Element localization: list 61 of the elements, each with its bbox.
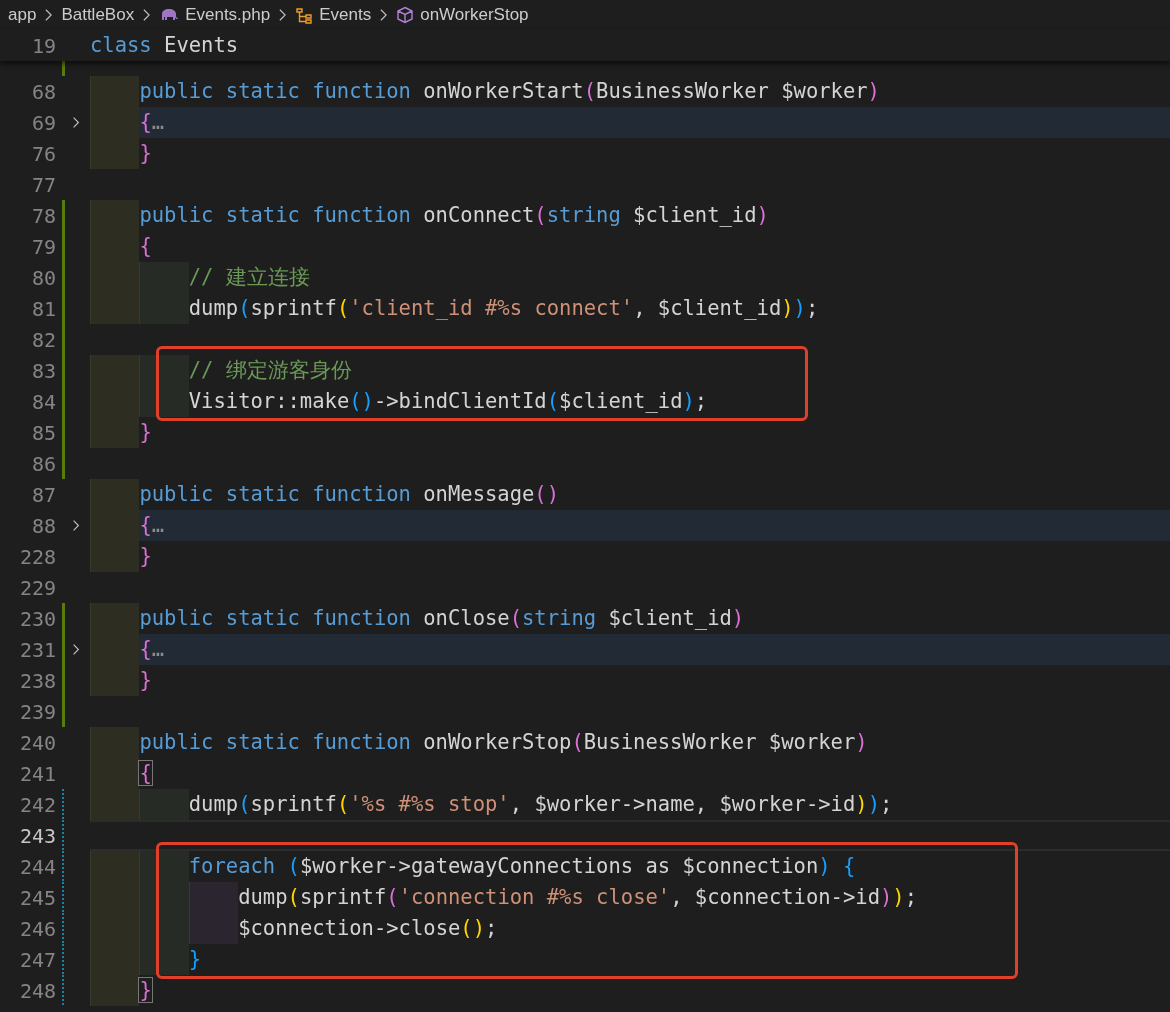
line-number: 228 — [18, 544, 56, 569]
breadcrumb-item[interactable]: BattleBox — [61, 5, 135, 25]
code-line: dump(sprintf('client_id #%s connect', $client_id)); — [188, 295, 819, 322]
code-line: dump(sprintf('%s #%s stop', $worker->name, $worker->id)); — [188, 791, 893, 818]
code-line: } — [139, 977, 152, 1004]
line-number: 76 — [30, 141, 56, 166]
code-line: public static function onMessage() — [139, 481, 560, 508]
code-line: {… — [139, 109, 165, 136]
line-number: 83 — [30, 358, 56, 383]
line-number: 230 — [18, 606, 56, 631]
code-line: Visitor::make()->bindClientId($client_id); — [188, 388, 708, 415]
line-number: 231 — [18, 637, 56, 662]
code-line: } — [139, 543, 152, 570]
line-number: 240 — [18, 730, 56, 755]
code-line: $connection->close(); — [238, 915, 498, 942]
code-line: // 绑定游客身份 — [188, 357, 352, 384]
code-line: } — [188, 946, 202, 973]
line-number: 69 — [30, 110, 56, 135]
line-number: 247 — [18, 947, 56, 972]
line-number: 243 — [18, 823, 56, 848]
line-number: 246 — [18, 916, 56, 941]
line-number: 68 — [30, 79, 56, 104]
line-number: 77 — [30, 172, 56, 197]
line-number: 241 — [18, 761, 56, 786]
line-number: 87 — [30, 482, 56, 507]
code-line: foreach ($worker->gatewayConnections as $connection) { — [188, 853, 856, 880]
code-line: {… — [139, 512, 165, 539]
line-number: 238 — [18, 668, 56, 693]
code-line: } — [139, 419, 152, 446]
line-number: 239 — [18, 699, 56, 724]
code-line: {… — [139, 636, 165, 663]
code-line: public static function onConnect(string $client_id) — [139, 202, 769, 229]
line-number: 84 — [30, 389, 56, 414]
line-number: 85 — [30, 420, 56, 445]
line-number: 248 — [18, 978, 56, 1003]
line-number: 19 — [30, 33, 56, 58]
line-number: 82 — [30, 327, 56, 352]
line-number: 88 — [30, 513, 56, 538]
line-number: 244 — [18, 854, 56, 879]
code-line: { — [139, 760, 152, 787]
line-number: 78 — [30, 203, 56, 228]
code-line: dump(sprintf('connection #%s close', $connection->id)); — [238, 884, 918, 911]
line-number: 229 — [18, 575, 56, 600]
code-line: // 建立连接 — [188, 264, 310, 291]
code-line: public static function onWorkerStop(BusinessWorker $worker) — [139, 729, 868, 756]
line-number: 86 — [30, 451, 56, 476]
line-number: 81 — [30, 296, 56, 321]
breadcrumb-item[interactable]: Events.php — [185, 5, 271, 25]
code-line: public static function onClose(string $client_id) — [139, 605, 745, 632]
code-line: { — [139, 233, 152, 260]
line-number: 79 — [30, 234, 56, 259]
code-line: class Events — [90, 32, 239, 59]
code-line: } — [139, 667, 152, 694]
line-number: 242 — [18, 792, 56, 817]
line-number: 80 — [30, 265, 56, 290]
code-line: } — [139, 140, 152, 167]
code-line: public static function onWorkerStart(BusinessWorker $worker) — [139, 78, 880, 105]
breadcrumb-item[interactable]: app — [8, 5, 37, 25]
line-number: 245 — [18, 885, 56, 910]
breadcrumb-item[interactable]: onWorkerStop — [420, 5, 529, 25]
breadcrumb-item[interactable]: Events — [319, 5, 372, 25]
